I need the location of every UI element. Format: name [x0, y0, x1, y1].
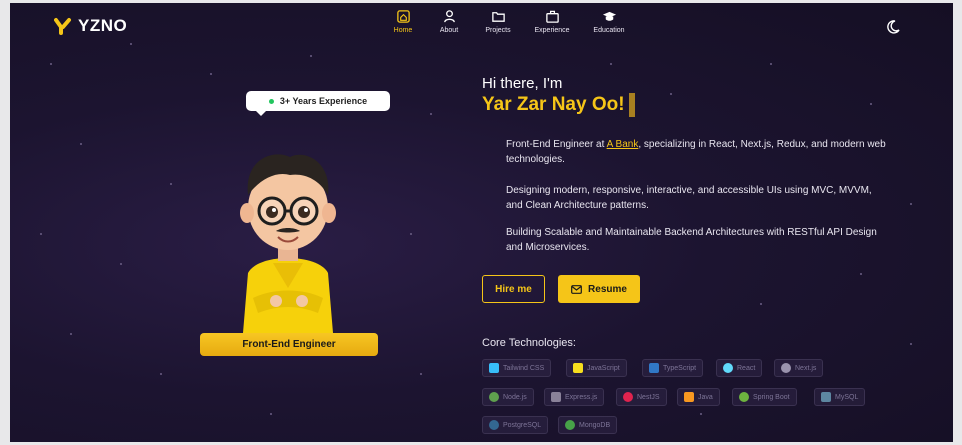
mongodb-icon — [565, 420, 575, 430]
tech-chip-nestjs[interactable]: NestJS — [616, 388, 667, 406]
top-nav: YZNO Home About Projects Experience Educ… — [10, 3, 953, 46]
tech-chip-typescript[interactable]: TypeScript — [642, 359, 704, 377]
status-dot-icon — [268, 98, 274, 104]
nodejs-icon — [489, 392, 499, 402]
nav-item-label: About — [439, 27, 459, 34]
nav-item-label: Experience — [534, 27, 570, 34]
hire-me-label: Hire me — [495, 283, 532, 295]
nav-item-education[interactable]: Education — [580, 9, 638, 34]
role-label: Front-End Engineer — [242, 339, 336, 350]
role-pill: Front-End Engineer — [200, 333, 378, 356]
express-icon — [551, 392, 561, 402]
nav-item-label: Home — [393, 27, 413, 34]
tech-chip-mongodb[interactable]: MongoDB — [558, 416, 618, 434]
nestjs-icon — [623, 392, 633, 402]
home-icon — [396, 10, 410, 23]
java-icon — [684, 392, 694, 402]
tech-label: Next.js — [795, 364, 817, 372]
nav-item-home[interactable]: Home — [380, 9, 426, 34]
nav-item-label: Education — [593, 27, 625, 34]
typescript-icon — [649, 363, 659, 373]
nav-menu: Home About Projects Experience Education — [380, 9, 638, 34]
theme-toggle-button[interactable] — [885, 19, 901, 35]
tech-label: Node.js — [503, 393, 527, 401]
bio-paragraph-1: Front-End Engineer at A Bank, specializi… — [506, 137, 888, 167]
tech-chip-postgresql[interactable]: PostgreSQL — [482, 416, 549, 434]
hero-name: Yar Zar Nay Oo! — [482, 93, 635, 117]
tech-chip-tailwind[interactable]: Tailwind CSS — [482, 359, 552, 377]
tech-chip-nextjs[interactable]: Next.js — [774, 359, 824, 377]
logo-text: YZNO — [78, 16, 128, 35]
tech-label: MongoDB — [579, 421, 611, 429]
tech-chip-javascript[interactable]: JavaScript — [566, 359, 627, 377]
hire-me-button[interactable]: Hire me — [482, 275, 545, 303]
bio-paragraph-2: Designing modern, responsive, interactiv… — [506, 185, 872, 211]
typing-caret — [628, 93, 635, 117]
tech-label: TypeScript — [663, 364, 697, 372]
core-technologies-title: Core Technologies: — [482, 337, 576, 349]
logo[interactable]: YZNO — [54, 16, 127, 36]
moon-icon — [887, 20, 900, 34]
user-icon — [443, 10, 455, 23]
company-link[interactable]: A Bank — [607, 139, 639, 150]
nav-item-about[interactable]: About — [426, 9, 472, 34]
tech-chip-react[interactable]: React — [716, 359, 763, 377]
tech-label: Tailwind CSS — [503, 364, 545, 372]
hero-name-text: Yar Zar Nay Oo! — [482, 94, 625, 115]
nav-item-experience[interactable]: Experience — [524, 9, 580, 34]
postgresql-icon — [489, 420, 499, 430]
nextjs-icon — [781, 363, 791, 373]
tech-label: React — [737, 364, 756, 372]
graduation-cap-icon — [602, 11, 616, 21]
tech-chip-mysql[interactable]: MySQL — [814, 388, 866, 406]
avatar-illustration — [218, 123, 358, 333]
experience-badge: 3+ Years Experience — [246, 91, 390, 116]
bio-1-prefix: Front-End Engineer at — [506, 139, 607, 150]
resume-label: Resume — [588, 283, 627, 295]
tech-label: PostgreSQL — [503, 421, 542, 429]
tech-chip-spring-boot[interactable]: Spring Boot — [732, 388, 797, 406]
resume-button[interactable]: Resume — [558, 275, 640, 303]
tech-label: Spring Boot — [753, 393, 790, 401]
mail-icon — [571, 284, 582, 294]
tech-chip-express[interactable]: Express.js — [544, 388, 605, 406]
tech-label: NestJS — [637, 393, 660, 401]
page-frame: YZNO Home About Projects Experience Educ… — [10, 3, 953, 442]
greeting: Hi there, I'm — [482, 75, 563, 92]
logo-mark-icon — [54, 17, 72, 35]
spring-boot-icon — [739, 392, 749, 402]
tech-label: Express.js — [565, 393, 598, 401]
tech-chip-nodejs[interactable]: Node.js — [482, 388, 534, 406]
bio-paragraph-3: Building Scalable and Maintainable Backe… — [506, 227, 877, 253]
mysql-icon — [821, 392, 831, 402]
nav-item-projects[interactable]: Projects — [472, 9, 524, 34]
briefcase-icon — [545, 10, 559, 23]
tech-label: MySQL — [835, 393, 859, 401]
experience-badge-label: 3+ Years Experience — [279, 96, 368, 106]
tailwind-icon — [489, 363, 499, 373]
folder-icon — [491, 12, 505, 22]
tech-label: Java — [698, 393, 713, 401]
nav-item-label: Projects — [485, 27, 511, 34]
react-icon — [723, 363, 733, 373]
tech-label: JavaScript — [587, 364, 620, 372]
tech-chip-java[interactable]: Java — [677, 388, 720, 406]
javascript-icon — [573, 363, 583, 373]
